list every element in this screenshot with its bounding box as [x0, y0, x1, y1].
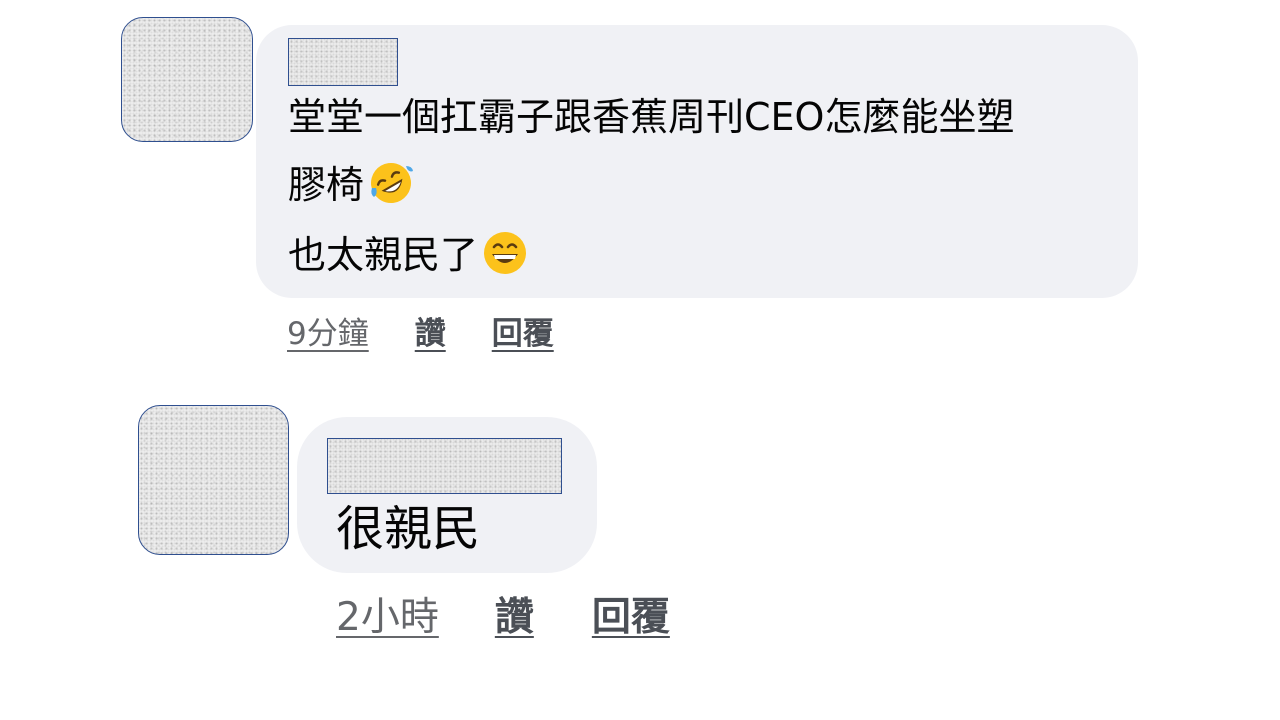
comment-text-line-1: 堂堂一個扛霸子跟香蕉周刊CEO怎麼能坐塑 — [288, 95, 1015, 139]
rolling-on-floor-laughing-icon — [371, 163, 414, 203]
comment-text-line-2: 膠椅 — [288, 160, 414, 206]
comment-text: 也太親民了 — [288, 233, 479, 277]
comment-text: 膠椅 — [288, 163, 365, 207]
like-button[interactable]: 讚 — [495, 586, 534, 642]
reply-button[interactable]: 回覆 — [592, 586, 670, 642]
avatar[interactable] — [121, 17, 253, 142]
comment-text-line-3: 也太親民了 — [288, 230, 528, 276]
commenter-name[interactable] — [288, 38, 398, 86]
timestamp-link[interactable]: 2小時 — [336, 586, 439, 642]
like-button[interactable]: 讚 — [415, 308, 446, 353]
comment-actions: 2小時 讚 回覆 — [336, 586, 670, 642]
avatar[interactable] — [138, 405, 289, 555]
comment-actions: 9分鐘 讚 回覆 — [287, 308, 554, 353]
timestamp-link[interactable]: 9分鐘 — [287, 308, 369, 353]
grinning-smiling-eyes-icon — [484, 232, 527, 274]
commenter-name[interactable] — [327, 438, 562, 494]
comment-text: 很親民 — [336, 501, 481, 557]
reply-button[interactable]: 回覆 — [492, 308, 554, 353]
